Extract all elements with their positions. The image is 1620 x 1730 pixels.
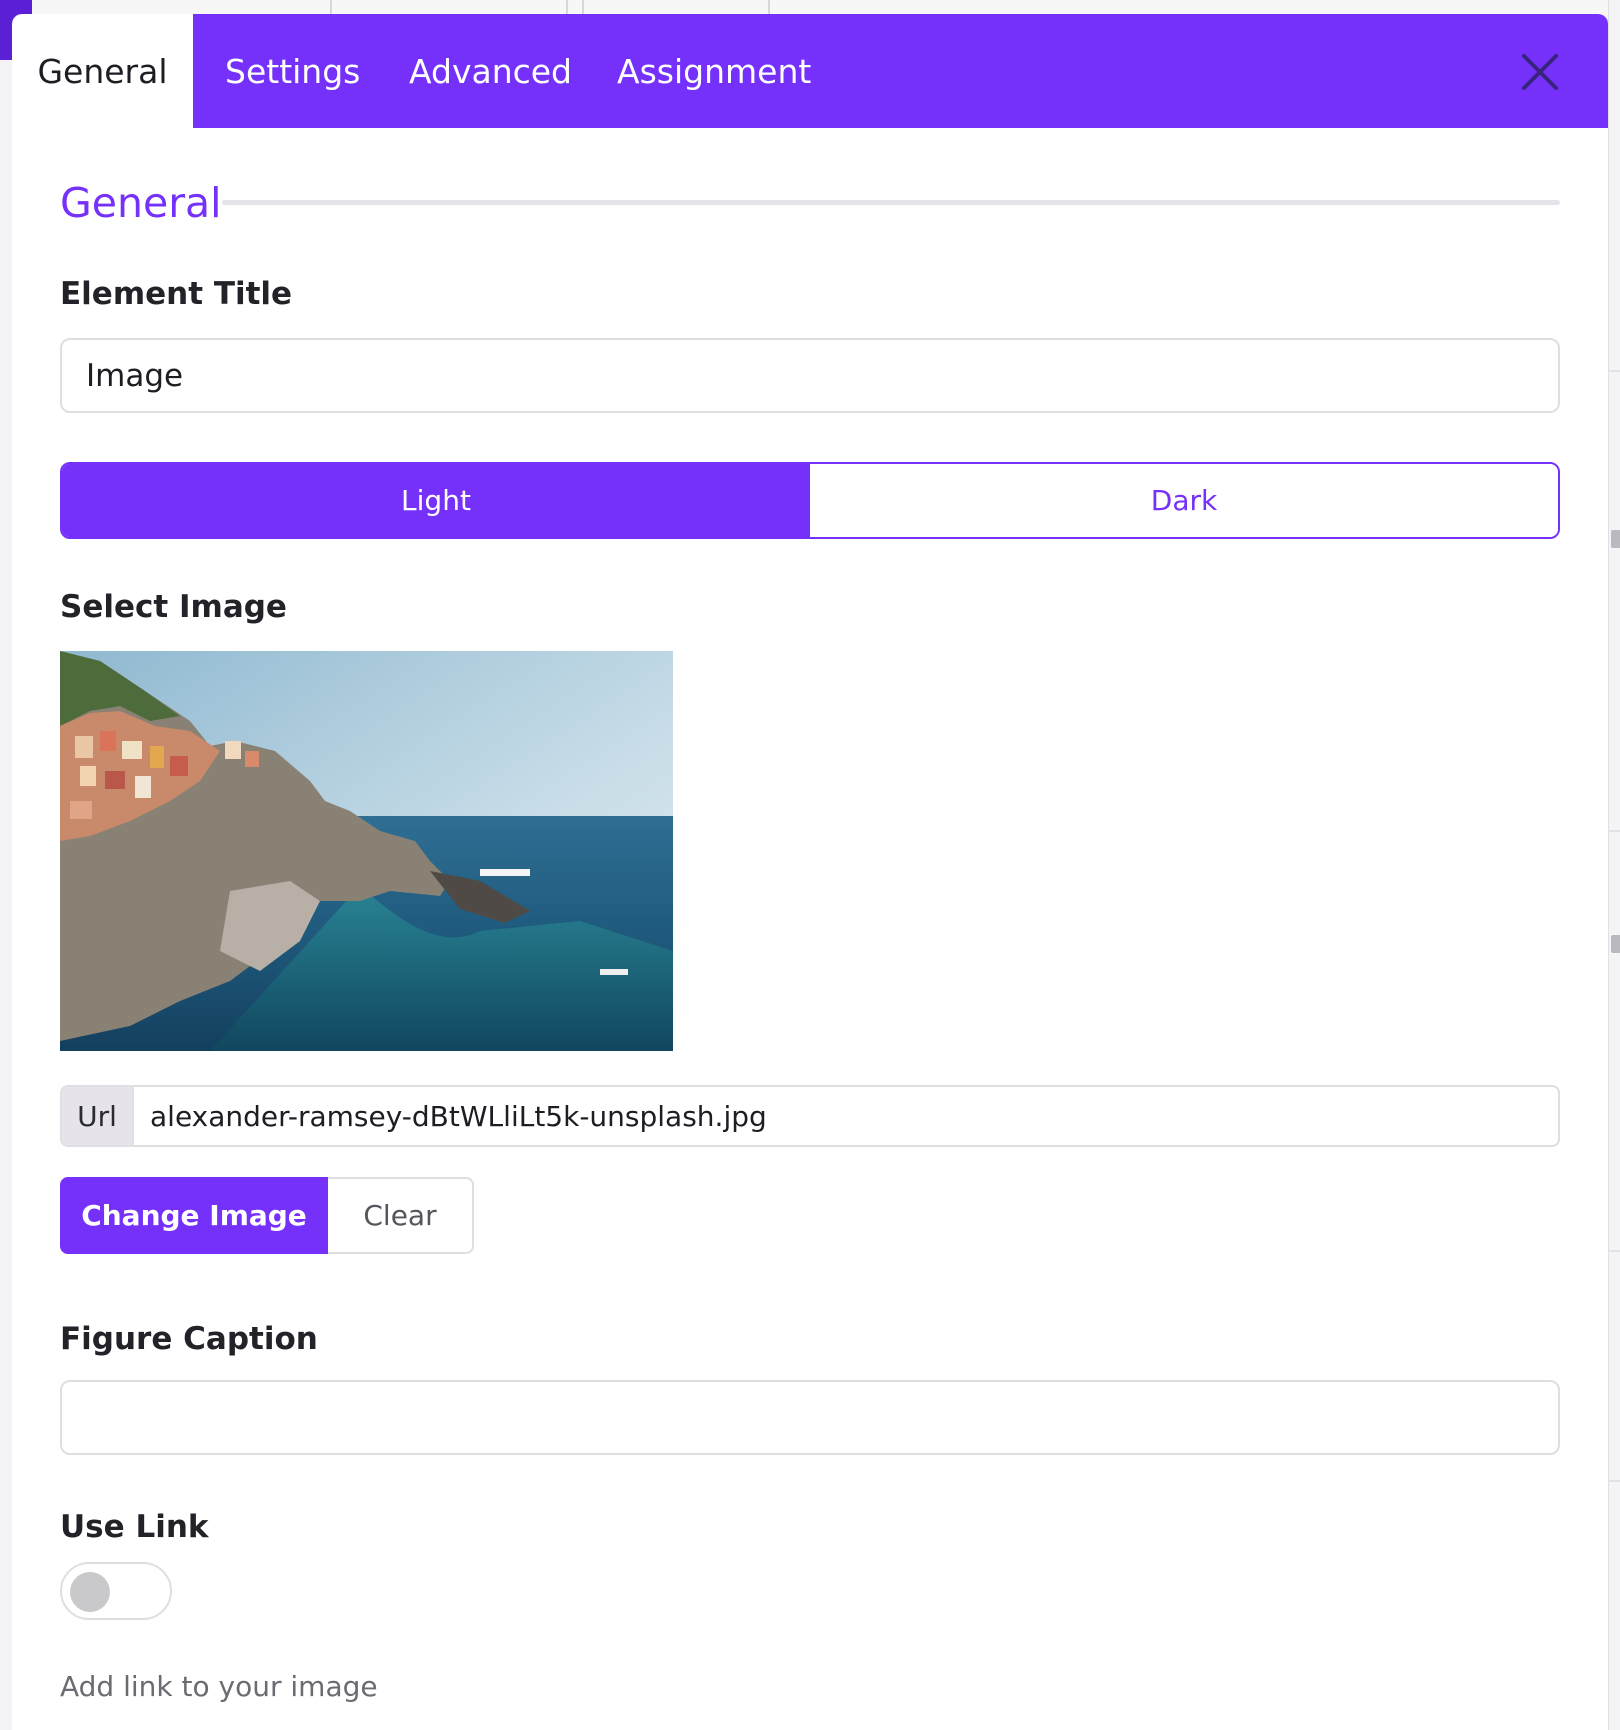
element-title-label: Element Title: [60, 276, 293, 312]
house: [245, 751, 259, 767]
use-link-label: Use Link: [60, 1509, 209, 1545]
use-link-help-text: Add link to your image: [60, 1670, 378, 1703]
section-title: General: [60, 179, 222, 227]
change-image-button[interactable]: Change Image: [60, 1177, 328, 1254]
house: [135, 776, 151, 798]
image-url-field: Url alexander-ramsey-dBtWLliLt5k-unsplas…: [60, 1085, 1560, 1147]
theme-light-button[interactable]: Light: [62, 464, 810, 537]
house: [170, 756, 188, 776]
background-line: [1609, 1250, 1620, 1252]
background-page-edge: [1608, 0, 1620, 1730]
tab-assignment[interactable]: Assignment: [617, 14, 811, 128]
image-url-input[interactable]: alexander-ramsey-dBtWLliLt5k-unsplash.jp…: [134, 1087, 1558, 1145]
tab-settings[interactable]: Settings: [225, 14, 360, 128]
background-marker: [1611, 530, 1620, 548]
element-title-input[interactable]: [60, 338, 1560, 413]
house: [105, 771, 125, 789]
theme-toggle: Light Dark: [60, 462, 1560, 539]
figure-caption-label: Figure Caption: [60, 1321, 318, 1357]
close-icon: [1522, 54, 1558, 90]
tab-general[interactable]: General: [12, 14, 193, 128]
house: [122, 741, 142, 759]
boat: [600, 969, 628, 975]
tab-advanced[interactable]: Advanced: [409, 14, 572, 128]
house: [80, 766, 96, 786]
clear-image-button[interactable]: Clear: [328, 1177, 474, 1254]
background-line: [1609, 830, 1620, 832]
house: [100, 731, 116, 751]
section-divider: [222, 200, 1560, 205]
image-preview[interactable]: [60, 651, 673, 1051]
theme-dark-button[interactable]: Dark: [810, 464, 1558, 537]
background-line: [1609, 370, 1620, 372]
house: [70, 801, 92, 819]
use-link-toggle[interactable]: [60, 1562, 172, 1620]
house: [75, 736, 93, 758]
background-line: [1609, 1480, 1620, 1482]
house: [150, 746, 164, 768]
url-addon: Url: [62, 1087, 134, 1145]
background-marker: [1611, 935, 1620, 953]
select-image-label: Select Image: [60, 589, 287, 625]
close-button[interactable]: [1520, 52, 1560, 92]
element-settings-modal: General Settings Advanced Assignment Gen…: [12, 14, 1608, 1730]
ferry: [480, 869, 530, 876]
figure-caption-input[interactable]: [60, 1380, 1560, 1455]
tab-bar: General Settings Advanced Assignment: [12, 14, 1608, 128]
toggle-knob: [70, 1572, 110, 1612]
house: [225, 741, 241, 759]
